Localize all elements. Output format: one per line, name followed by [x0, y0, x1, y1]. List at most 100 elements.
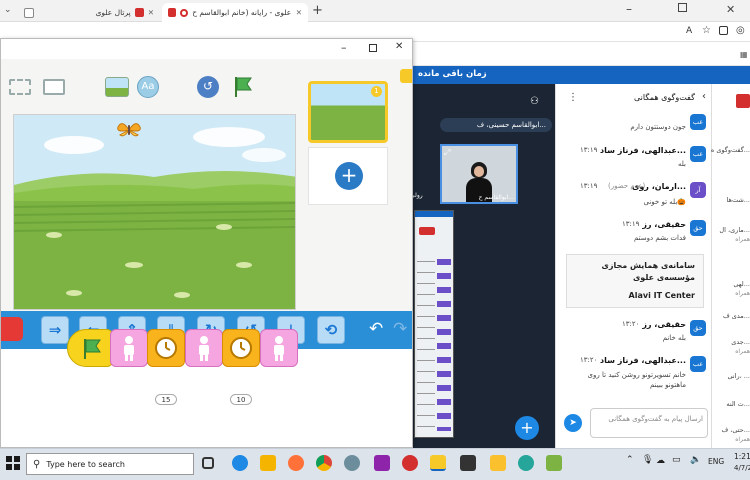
firefox-icon[interactable] — [288, 455, 304, 471]
apps-grid-icon[interactable]: ▦ — [740, 50, 748, 59]
edge-browser-icon[interactable] — [232, 455, 248, 471]
chat-input[interactable]: ارسال پیام به گفت‌وگوی همگانی — [590, 408, 708, 438]
flag-icon — [84, 339, 101, 359]
hide-block-1[interactable] — [110, 329, 148, 367]
clock-icon — [155, 337, 177, 359]
go-home-block[interactable]: ⟲ — [317, 316, 345, 344]
hide-block-2[interactable] — [260, 329, 298, 367]
message-text: خانم تسویرتونو روشن کنید تا روی ماهتونو … — [587, 371, 686, 389]
stage-canvas[interactable] — [13, 114, 296, 310]
start-on-flag-block[interactable] — [67, 329, 113, 367]
participant-item[interactable]: ت النه... — [726, 400, 750, 408]
participants-icon[interactable]: ⚇ — [530, 96, 539, 107]
camera-icon[interactable] — [460, 455, 476, 471]
butterfly-sprite[interactable] — [116, 121, 142, 139]
clock-time[interactable]: 1:21 — [734, 452, 750, 461]
clock-date[interactable]: 4/7/2 — [734, 464, 750, 472]
sticky-notes-icon[interactable] — [490, 455, 506, 471]
tab-label: علوی - رایانه (خانم ابوالقاسم ح... — [192, 8, 292, 17]
clock-icon — [230, 337, 252, 359]
chat-back-icon[interactable]: ‹ — [702, 91, 706, 102]
participants-list: گفت‌وگوی ه... شت‌ها... ماری، ال... همراه… — [711, 84, 750, 448]
chat-fab-button[interactable]: + — [515, 416, 539, 440]
add-page-button[interactable]: + — [335, 162, 363, 190]
green-flag-icon[interactable] — [231, 75, 255, 99]
globe-app-icon[interactable] — [518, 455, 534, 471]
send-button[interactable]: ➤ — [564, 414, 582, 432]
background-picker-icon[interactable] — [105, 77, 129, 97]
page-number-badge: 1 — [371, 86, 382, 97]
yellow-tab — [400, 69, 412, 83]
file-explorer-icon[interactable] — [260, 455, 276, 471]
person-silhouette-icon — [274, 336, 284, 361]
search-icon: ⚲ — [33, 458, 41, 470]
tab-dropdown-icon[interactable]: ⌄ — [4, 5, 12, 15]
language-indicator[interactable]: ENG — [708, 457, 724, 466]
avatar: آر — [690, 182, 706, 198]
maximize-browser-icon[interactable] — [678, 3, 687, 12]
tab-alavi-portal[interactable]: پرتال علوی ✕ — [18, 3, 160, 22]
system-tray-chevron-icon[interactable]: ⌃ — [626, 455, 634, 465]
participant-item[interactable]: لهی... — [733, 280, 750, 288]
participant-item[interactable]: جدی... — [731, 338, 750, 346]
window-maximize-icon[interactable] — [369, 44, 377, 52]
window-close-icon[interactable]: ✕ — [395, 41, 403, 52]
wait-block-2[interactable] — [222, 329, 260, 367]
message-time: ۱۳:۲۰ — [580, 356, 598, 364]
show-block-1[interactable] — [185, 329, 223, 367]
message-author: عبدالهی، فرناز ساد... — [599, 356, 686, 365]
add-page-slot: + — [308, 147, 388, 205]
reset-characters-icon[interactable]: ↺ — [197, 76, 219, 98]
scratchjr-window: – ✕ Aa ↺ 1 + ⇒ ⟲ ↶ ↷ — [0, 38, 413, 448]
favorites-icon[interactable]: ☆ — [702, 25, 711, 36]
expand-video-icon[interactable]: ⤢ — [444, 148, 450, 158]
read-aloud-icon[interactable]: A — [686, 26, 692, 36]
participant-item[interactable]: ماری، ال... — [719, 226, 750, 234]
participant-chip[interactable]: ابوالقاسم حسینی، ف... — [440, 118, 552, 132]
participant-item[interactable]: شت‌ها... — [727, 196, 750, 204]
paint-icon[interactable] — [374, 455, 390, 471]
participant-item[interactable]: حتی، ف... — [721, 426, 750, 434]
tab-alavi-meeting[interactable]: علوی - رایانه (خانم ابوالقاسم ح... ✕ — [162, 3, 308, 22]
chrome-icon[interactable] — [316, 455, 332, 471]
chat-menu-icon[interactable]: ⋮ — [568, 92, 578, 103]
wait-value-1[interactable]: 15 — [155, 394, 177, 405]
record-app-icon[interactable] — [402, 455, 418, 471]
photos-icon[interactable] — [546, 455, 562, 471]
participant-name: ابوالقاسم حسینی، ف... — [476, 121, 546, 129]
tab-close-icon[interactable]: ✕ — [148, 8, 154, 17]
onedrive-icon[interactable]: ☁ — [656, 456, 665, 466]
window-title-bar: – ✕ — [1, 39, 412, 59]
wait-block-1[interactable] — [147, 329, 185, 367]
participant-item[interactable]: رانی، ... — [727, 372, 750, 380]
task-view-icon[interactable] — [202, 457, 214, 469]
add-text-icon[interactable]: Aa — [137, 76, 159, 98]
fullscreen-icon[interactable] — [9, 79, 31, 95]
window-minimize-icon[interactable]: – — [341, 41, 347, 54]
minimize-browser-icon[interactable]: – — [626, 2, 632, 16]
participant-item[interactable]: مدی ف... — [723, 312, 750, 320]
blocks-category-icon[interactable] — [1, 317, 23, 341]
profile-icon[interactable]: ◎ — [736, 25, 745, 36]
windows-start-icon[interactable] — [6, 456, 20, 470]
wait-value-2[interactable]: 10 — [230, 394, 252, 405]
network-app-icon[interactable] — [344, 455, 360, 471]
new-tab-button[interactable]: + — [312, 3, 323, 18]
volume-icon[interactable]: 🔈 — [690, 455, 701, 465]
network-icon[interactable]: ▭ — [672, 455, 681, 465]
collections-icon[interactable] — [719, 26, 728, 35]
move-right-block[interactable]: ⇒ — [41, 316, 69, 344]
message-text: بله خانم — [662, 334, 686, 342]
chat-scroll-area[interactable]: عب جون دوستتون دارم عب عبدالهی، فرناز سا… — [556, 106, 712, 404]
redo-icon[interactable]: ↷ — [393, 319, 407, 339]
tab-close-icon[interactable]: ✕ — [296, 8, 302, 17]
taskbar-search-box[interactable]: ⚲ Type here to search — [26, 453, 194, 475]
shared-screen-thumbnail[interactable] — [414, 210, 454, 438]
microphone-icon[interactable]: 🎙 — [642, 455, 653, 465]
scratchjr-taskbar-icon[interactable] — [430, 455, 446, 471]
webcam-video-tile[interactable]: ⤢ ابوالقاسم ح... — [440, 144, 518, 204]
present-mode-icon[interactable] — [43, 79, 65, 95]
page-thumbnail-1[interactable]: 1 — [308, 81, 388, 143]
close-browser-icon[interactable]: ✕ — [726, 3, 735, 16]
undo-icon[interactable]: ↶ — [369, 319, 383, 339]
